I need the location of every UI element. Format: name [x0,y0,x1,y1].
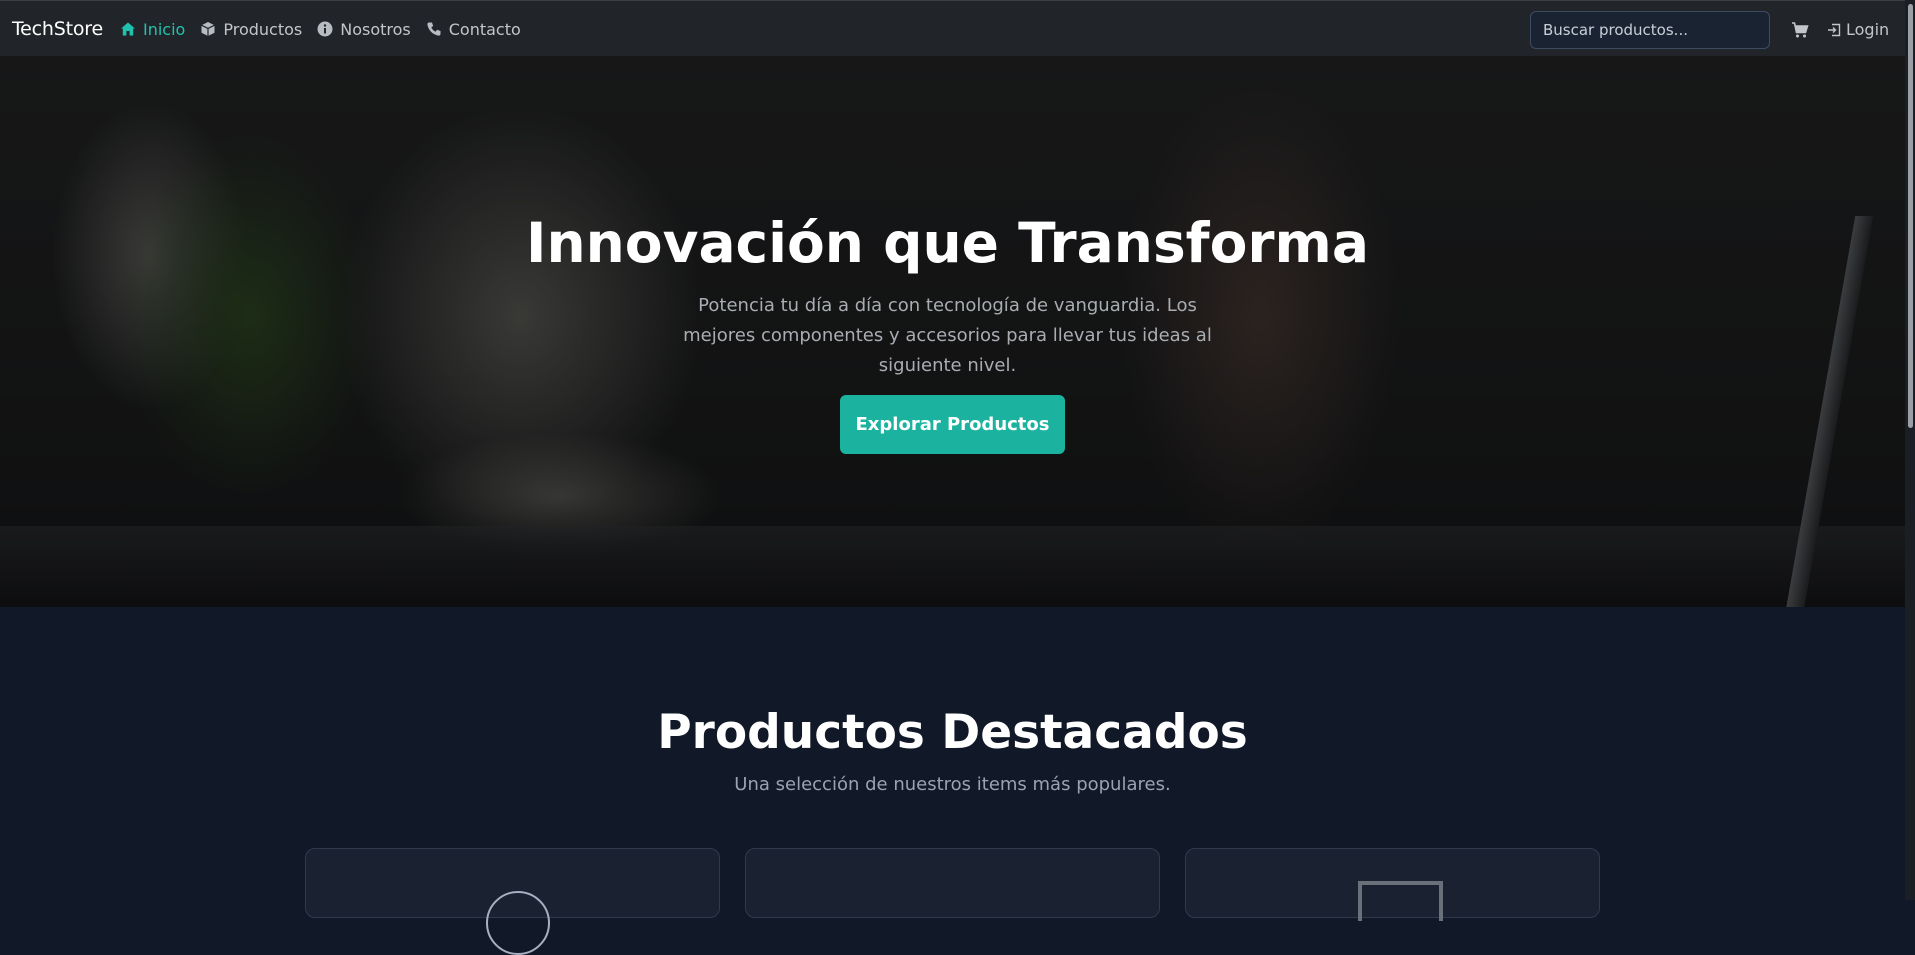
nav-item-productos[interactable]: Productos [200,20,302,39]
info-icon [317,21,333,37]
product-card[interactable] [745,848,1160,918]
nav-item-nosotros[interactable]: Nosotros [317,20,411,39]
search-input[interactable] [1530,11,1770,49]
cart-icon[interactable] [1791,21,1809,39]
featured-title: Productos Destacados [657,705,1248,760]
box-icon [200,21,216,37]
explore-products-button[interactable]: Explorar Productos [840,395,1065,454]
nav-item-label: Contacto [448,19,521,39]
login-label: Login [1846,20,1890,39]
nav-item-label: Nosotros [340,19,411,39]
product-card[interactable] [1185,848,1600,921]
phone-icon [426,21,442,37]
login-icon [1827,23,1841,37]
hero-title: Innovación que Transforma [526,211,1369,275]
featured-subtitle: Una selección de nuestros items más popu… [734,774,1171,795]
brand-logo[interactable]: TechStore [12,18,103,40]
product-image [1358,881,1443,921]
nav-item-contacto[interactable]: Contacto [426,20,521,39]
hero-section: Innovación que Transforma Potencia tu dí… [0,56,1905,607]
hero-subtitle: Potencia tu día a día con tecnología de … [683,295,1212,376]
product-image [486,891,550,955]
scrollbar-thumb[interactable] [1908,4,1913,428]
home-icon [120,21,136,37]
nav-item-label: Productos [223,19,303,39]
login-link[interactable]: Login [1827,20,1889,39]
product-card[interactable] [305,848,720,955]
main-nav: Inicio Productos Nosotros Contacto [120,1,536,57]
navbar: TechStore Inicio Productos Nosotros Cont… [0,0,1905,56]
nav-item-label: Inicio [143,19,186,39]
nav-item-inicio[interactable]: Inicio [120,20,185,39]
